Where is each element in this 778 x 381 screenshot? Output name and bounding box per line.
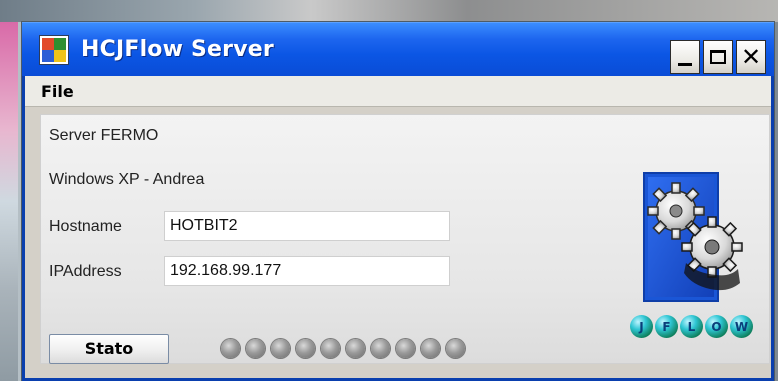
status-led — [296, 339, 315, 358]
main-panel: Server FERMO Windows XP - Andrea Hostnam… — [40, 114, 770, 364]
logo-ball: L — [680, 315, 703, 338]
logo-ball: O — [705, 315, 728, 338]
status-led — [421, 339, 440, 358]
status-led — [346, 339, 365, 358]
status-led — [321, 339, 340, 358]
ipaddress-field[interactable]: 192.168.99.177 — [164, 256, 450, 286]
minimize-button[interactable] — [670, 40, 700, 74]
close-icon: ✕ — [740, 43, 762, 71]
status-led — [446, 339, 465, 358]
hostname-field[interactable]: HOTBIT2 — [164, 211, 450, 241]
minimize-icon — [678, 62, 692, 66]
ipaddress-label: IPAddress — [49, 263, 122, 280]
hostname-label: Hostname — [49, 218, 122, 235]
close-button[interactable]: ✕ — [736, 40, 766, 74]
maximize-button[interactable] — [703, 40, 733, 74]
title-bar[interactable]: HCJFlow Server ✕ — [22, 22, 774, 76]
desktop-background — [0, 0, 778, 22]
status-led-row — [221, 339, 465, 358]
maximize-icon — [710, 50, 726, 64]
logo-ball: J — [630, 315, 653, 338]
app-icon[interactable] — [39, 35, 69, 65]
status-led — [221, 339, 240, 358]
logo-ball: W — [730, 315, 753, 338]
logo-ball: F — [655, 315, 678, 338]
menu-bar: File — [25, 76, 771, 107]
status-led — [396, 339, 415, 358]
jflow-logo-balls: J F L O W — [630, 315, 753, 338]
window-title: HCJFlow Server — [81, 37, 274, 62]
os-user-label: Windows XP - Andrea — [49, 171, 205, 188]
server-window: HCJFlow Server ✕ File Server FERMO Windo… — [22, 22, 774, 381]
desktop-background-left — [0, 22, 18, 381]
menu-file[interactable]: File — [41, 82, 74, 101]
status-led — [371, 339, 390, 358]
status-led — [246, 339, 265, 358]
stato-button[interactable]: Stato — [49, 334, 169, 364]
status-led — [271, 339, 290, 358]
server-status-label: Server FERMO — [49, 127, 159, 144]
gears-icon — [643, 172, 743, 302]
